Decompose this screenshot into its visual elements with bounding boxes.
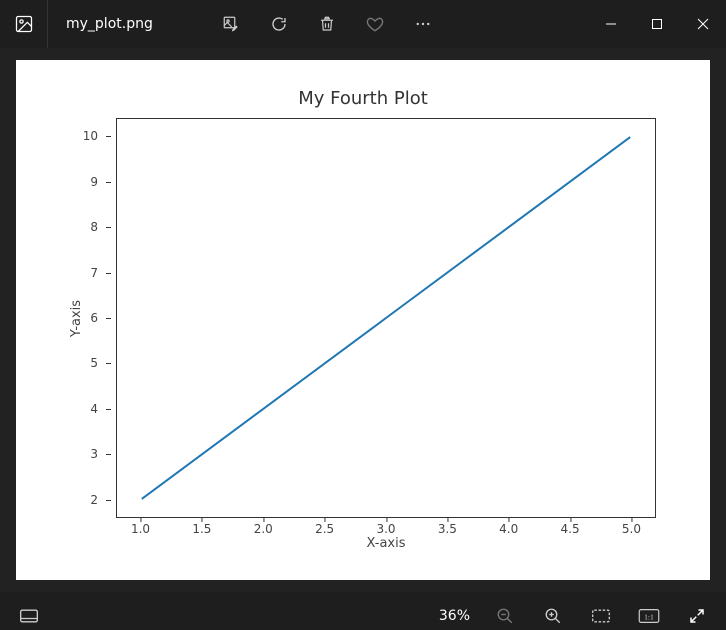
footer: 36% 1:1 [0, 592, 726, 630]
x-tick: 1.0 [131, 522, 150, 536]
x-tick: 2.0 [254, 522, 273, 536]
plot-title: My Fourth Plot [16, 88, 710, 109]
image-viewport[interactable]: My Fourth Plot X-axis Y-axis 1.0 1.5 2.0 2.… [0, 48, 726, 592]
x-tick: 3.0 [376, 522, 395, 536]
fit-to-window-button[interactable] [580, 592, 622, 630]
x-axis-label: X-axis [116, 536, 656, 551]
x-tick: 3.5 [438, 522, 457, 536]
plot-image: My Fourth Plot X-axis Y-axis 1.0 1.5 2.0 2.… [16, 60, 710, 580]
x-tick: 4.5 [561, 522, 580, 536]
favorite-button[interactable] [351, 0, 399, 48]
x-tick: 2.5 [315, 522, 334, 536]
rotate-button[interactable] [255, 0, 303, 48]
x-tick: 4.0 [499, 522, 518, 536]
edit-image-button[interactable] [207, 0, 255, 48]
y-axis-label-text: Y-axis [70, 299, 85, 336]
x-tick: 1.5 [192, 522, 211, 536]
app-icon [0, 0, 48, 48]
window-controls [588, 0, 726, 48]
titlebar: my_plot.png [0, 0, 726, 48]
close-button[interactable] [680, 0, 726, 48]
plot-line [117, 119, 655, 517]
fullscreen-button[interactable] [676, 592, 718, 630]
delete-button[interactable] [303, 0, 351, 48]
plot-axes [116, 118, 656, 518]
x-tick: 5.0 [622, 522, 641, 536]
y-axis-label: Y-axis [68, 118, 86, 518]
zoom-level: 36% [431, 608, 478, 624]
svg-text:1:1: 1:1 [644, 612, 654, 621]
filmstrip-toggle-button[interactable] [8, 592, 50, 630]
maximize-button[interactable] [634, 0, 680, 48]
zoom-in-button[interactable] [532, 592, 574, 630]
actual-size-button[interactable]: 1:1 [628, 592, 670, 630]
minimize-button[interactable] [588, 0, 634, 48]
toolbar [207, 0, 447, 48]
zoom-out-button[interactable] [484, 592, 526, 630]
more-button[interactable] [399, 0, 447, 48]
file-name: my_plot.png [48, 16, 177, 32]
